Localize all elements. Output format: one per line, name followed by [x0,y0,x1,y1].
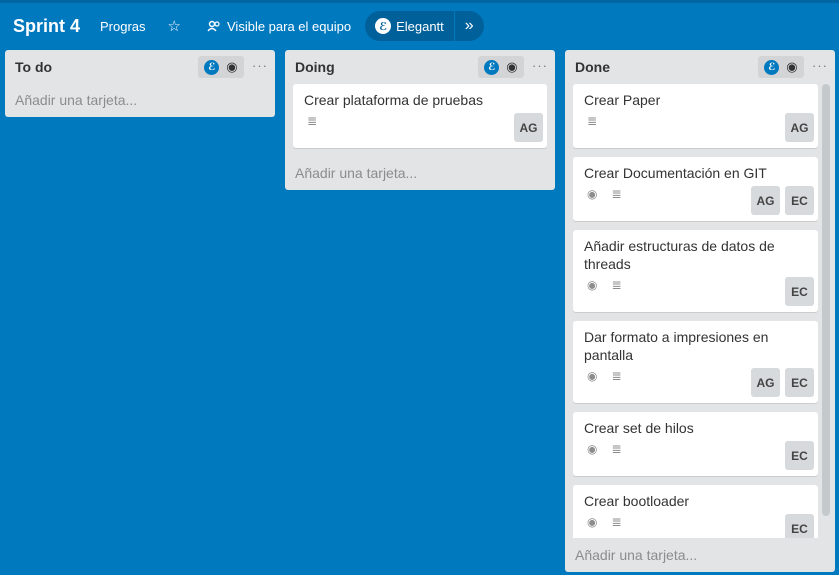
team-icon [207,20,220,32]
avatar[interactable]: EC [785,186,814,215]
add-card-link[interactable]: Añadir una tarjeta... [295,165,417,181]
card-title: Añadir estructuras de datos de threads [584,238,775,272]
eye-icon: ◉ [786,59,798,74]
avatar[interactable]: EC [785,368,814,397]
description-icon: ≣ [611,369,622,383]
avatar[interactable]: AG [785,113,814,142]
description-icon: ≣ [587,114,598,128]
eye-icon: ◉ [587,187,598,201]
eye-icon: ◉ [587,278,598,292]
list-plugin-icons[interactable]: ℰ ◉ [198,56,244,78]
elegantt-button[interactable]: ℰ Elegantt [365,11,454,41]
list-plugin-icons[interactable]: ℰ ◉ [758,56,804,78]
eye-icon: ◉ [226,59,238,74]
card-members: EC [780,514,814,538]
add-card-link[interactable]: Añadir una tarjeta... [575,547,697,563]
card-title: Dar formato a impresiones en pantalla [584,329,769,363]
visibility-button[interactable]: Visible para el equipo [199,11,359,41]
card-members: AG [509,113,543,142]
card[interactable]: Dar formato a impresiones en pantalla ◉ … [573,321,818,403]
list-title[interactable]: Done [575,59,610,75]
plugin-group: ℰ Elegantt » [365,11,484,41]
visibility-label: Visible para el equipo [227,18,352,34]
board-title[interactable]: Sprint 4 [13,16,80,37]
card-badges: ≣ [307,114,331,128]
card[interactable]: Crear bootloader ◉ ≣ EC [573,485,818,538]
card-badges: ≣ [587,114,611,128]
avatar[interactable]: AG [751,368,780,397]
list-to-do: To do ℰ ◉ ··· Añadir una tarjeta... [5,50,275,117]
description-icon: ≣ [611,442,622,456]
avatar[interactable]: EC [785,277,814,306]
expand-menu-button[interactable]: » [455,11,484,41]
elegantt-icon: ℰ [764,59,780,75]
card-scroll-area: Crear Paper ≣ AG Crear Documentación en … [565,84,835,538]
avatar[interactable]: EC [785,514,814,538]
card-members: AG [780,113,814,142]
card-badges: ◉ ≣ [587,442,636,456]
description-icon: ≣ [307,114,318,128]
star-icon[interactable]: ☆ [160,11,189,41]
card[interactable]: Añadir estructuras de datos de threads ◉… [573,230,818,312]
card-title: Crear set de hilos [584,420,694,436]
card-title: Crear Paper [584,92,661,108]
card[interactable]: Crear Documentación en GIT ◉ ≣ AG EC [573,157,818,221]
eye-icon: ◉ [587,369,598,383]
card[interactable]: Crear Paper ≣ AG [573,84,818,148]
list-menu-icon[interactable]: ··· [252,58,268,73]
elegantt-icon: ℰ [204,59,220,75]
board-header: Sprint 4 Progras ☆ Visible para el equip… [0,3,839,49]
list-header: To do ℰ ◉ ··· [5,50,275,84]
list-title[interactable]: To do [15,59,52,75]
list-menu-icon[interactable]: ··· [812,58,828,73]
eye-icon: ◉ [587,515,598,529]
elegantt-label: Elegantt [396,18,444,34]
elegantt-icon: ℰ [484,59,500,75]
description-icon: ≣ [611,187,622,201]
card-badges: ◉ ≣ [587,187,636,201]
list-title[interactable]: Doing [295,59,335,75]
description-icon: ≣ [611,515,622,529]
card-members: EC [780,441,814,470]
card-members: AG EC [746,368,814,397]
card-members: AG EC [746,186,814,215]
list-header: Done ℰ ◉ ··· [565,50,835,84]
avatar[interactable]: EC [785,441,814,470]
organization-button[interactable]: Progras [92,11,154,41]
card-title: Crear plataforma de pruebas [304,92,483,108]
card-title: Crear Documentación en GIT [584,165,767,181]
list-plugin-icons[interactable]: ℰ ◉ [478,56,524,78]
card-members: EC [780,277,814,306]
card[interactable]: Crear plataforma de pruebas ≣ AG [293,84,547,148]
list-done: Done ℰ ◉ ··· Crear Paper ≣ AG Crear Docu… [565,50,835,572]
elegantt-icon: ℰ [375,18,392,34]
card-title: Crear bootloader [584,493,690,509]
avatar[interactable]: AG [751,186,780,215]
list-doing: Doing ℰ ◉ ··· Crear plataforma de prueba… [285,50,555,190]
eye-icon: ◉ [506,59,518,74]
card-badges: ◉ ≣ [587,369,636,383]
list-header: Doing ℰ ◉ ··· [285,50,555,84]
list-scrollbar[interactable] [822,84,830,516]
add-card-link[interactable]: Añadir una tarjeta... [15,92,137,108]
avatar[interactable]: AG [514,113,543,142]
double-chevron-right-icon: » [464,17,474,34]
card-badges: ◉ ≣ [587,515,636,529]
card[interactable]: Crear set de hilos ◉ ≣ EC [573,412,818,476]
card-badges: ◉ ≣ [587,278,636,292]
description-icon: ≣ [611,278,622,292]
eye-icon: ◉ [587,442,598,456]
list-menu-icon[interactable]: ··· [532,58,548,73]
